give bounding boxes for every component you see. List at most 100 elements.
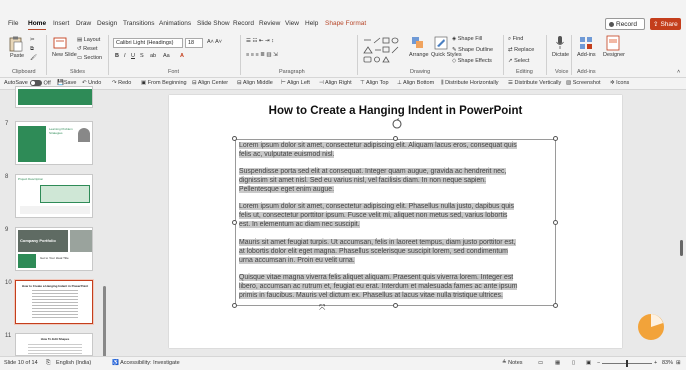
resize-handle[interactable] bbox=[393, 303, 398, 308]
distribute-horizontally-button[interactable]: ⫼ Distribute Horizontally bbox=[441, 80, 499, 87]
from-beginning-button[interactable]: ▣ From Beginning bbox=[141, 80, 187, 86]
align-bottom-button[interactable]: ⊥ Align Bottom bbox=[397, 80, 434, 86]
align-left-button[interactable]: ⊢ Align Left bbox=[281, 80, 310, 86]
resize-handle[interactable] bbox=[232, 220, 237, 225]
arrange-button[interactable]: Arrange bbox=[409, 52, 429, 58]
tab-view[interactable]: View bbox=[285, 20, 299, 27]
format-painter-icon[interactable]: 🖌 bbox=[30, 55, 37, 61]
replace-button[interactable]: ⇄ Replace bbox=[508, 47, 534, 53]
bullets-icon[interactable]: ☰ ☷ ⇤ ⇥ ↕ bbox=[246, 38, 274, 44]
align-icons[interactable]: ≡ ≡ ≡ ≣ ▥ ⇲ bbox=[246, 52, 278, 58]
shape-fill-button[interactable]: ◈ Shape Fill bbox=[452, 36, 482, 42]
paragraph-4[interactable]: Mauris sit amet feugiat turpis. Ut accum… bbox=[239, 238, 554, 265]
resize-handle[interactable] bbox=[393, 136, 398, 141]
resize-handle[interactable] bbox=[232, 303, 237, 308]
font-name-select[interactable]: Calibri Light (Headings) bbox=[113, 38, 183, 48]
align-right-button[interactable]: ⊣ Align Right bbox=[319, 80, 352, 86]
slide-canvas[interactable]: How to Create a Hanging Indent in PowerP… bbox=[169, 95, 622, 348]
new-slide-button[interactable]: New Slide bbox=[52, 52, 77, 58]
zoom-slider-knob[interactable] bbox=[626, 360, 628, 367]
thumbnail-slide-10[interactable]: How to Create a Hanging Indent in PowerP… bbox=[14, 279, 94, 325]
thumbnail-slide-6[interactable] bbox=[15, 86, 93, 108]
thumbnail-slide-7[interactable]: Learning Problem Strategies bbox=[15, 121, 93, 165]
underline-icon[interactable]: U bbox=[131, 53, 135, 59]
paragraph-2[interactable]: Suspendisse porta sed elit at consequat.… bbox=[239, 167, 554, 194]
tab-slide-show[interactable]: Slide Show bbox=[197, 20, 230, 27]
rotate-handle-icon[interactable] bbox=[391, 118, 403, 130]
slide-title[interactable]: How to Create a Hanging Indent in PowerP… bbox=[169, 105, 622, 117]
add-ins-button[interactable]: Add-ins bbox=[577, 52, 596, 58]
thumbnail-slide-9[interactable]: Company Portfolio Get to Your Ideal Titl… bbox=[15, 227, 93, 271]
selected-text-box[interactable]: Lorem ipsum dolor sit amet, consectetur … bbox=[235, 139, 556, 306]
tab-home[interactable]: Home bbox=[28, 20, 47, 30]
cut-icon[interactable]: ✂ bbox=[30, 37, 35, 43]
resize-handle[interactable] bbox=[553, 303, 558, 308]
thumbnail-slide-11[interactable]: How To Edit Shapes bbox=[15, 333, 93, 356]
tab-help[interactable]: Help bbox=[305, 20, 318, 27]
tab-review[interactable]: Review bbox=[259, 20, 280, 27]
grow-font-icon[interactable]: A˄ A˅ bbox=[207, 39, 222, 45]
fit-slide-icon[interactable]: ⊞ bbox=[676, 360, 681, 366]
accessibility-button[interactable]: ♿ Accessibility: Investigate bbox=[112, 360, 180, 366]
copy-icon[interactable]: ⧉ bbox=[30, 46, 34, 53]
bold-icon[interactable]: B bbox=[115, 53, 119, 59]
char-spacing-icon[interactable]: ab bbox=[150, 53, 156, 59]
editor-scroll-thumb[interactable] bbox=[680, 240, 683, 256]
font-size-select[interactable]: 18 bbox=[185, 38, 203, 48]
thumbnail-slide-8[interactable]: Project Description bbox=[15, 174, 93, 218]
tab-draw[interactable]: Draw bbox=[76, 20, 91, 27]
paragraph-3[interactable]: Lorem ipsum dolor sit amet, consectetur … bbox=[239, 202, 554, 229]
record-button[interactable]: Record bbox=[605, 18, 645, 30]
tab-shape-format[interactable]: Shape Format bbox=[325, 20, 366, 27]
distribute-vertically-button[interactable]: ☰ Distribute Vertically bbox=[508, 80, 561, 86]
screenshot-button[interactable]: ▧ Screenshot bbox=[566, 80, 601, 86]
tab-file[interactable]: File bbox=[8, 20, 18, 27]
tab-transitions[interactable]: Transitions bbox=[123, 20, 155, 27]
paste-icon[interactable] bbox=[9, 36, 23, 52]
resize-handle[interactable] bbox=[553, 136, 558, 141]
paragraph-1[interactable]: Lorem ipsum dolor sit amet, consectetur … bbox=[239, 141, 554, 159]
slideshow-view-icon[interactable]: ▣ bbox=[586, 360, 591, 366]
share-button[interactable]: ⇪ Share bbox=[650, 18, 681, 30]
zoom-out-icon[interactable]: − bbox=[597, 360, 600, 366]
slide-sorter-icon[interactable]: ▦ bbox=[555, 360, 560, 366]
font-color-icon[interactable]: A bbox=[180, 53, 184, 59]
layout-button[interactable]: ▤ Layout bbox=[77, 37, 100, 43]
find-button[interactable]: ⌕ Find bbox=[508, 36, 523, 43]
language-label[interactable]: English (India) bbox=[56, 360, 91, 366]
italic-icon[interactable]: I bbox=[124, 53, 126, 59]
resize-handle[interactable] bbox=[553, 220, 558, 225]
reset-button[interactable]: ↺ Reset bbox=[77, 46, 98, 52]
shapes-gallery-icon[interactable] bbox=[362, 37, 404, 65]
notes-button[interactable]: ≜ Notes bbox=[502, 360, 523, 366]
section-button[interactable]: ▭ Section bbox=[77, 55, 102, 61]
tab-record[interactable]: Record bbox=[233, 20, 254, 27]
shape-effects-button[interactable]: ◇ Shape Effects bbox=[452, 58, 492, 64]
align-middle-button[interactable]: ⊟ Align Middle bbox=[237, 80, 273, 86]
spelling-icon[interactable]: ⎘ bbox=[46, 360, 50, 367]
zoom-level[interactable]: 83% bbox=[662, 360, 673, 366]
align-top-button[interactable]: ⊤ Align Top bbox=[360, 80, 389, 86]
change-case-icon[interactable]: Aa bbox=[163, 53, 170, 59]
reading-view-icon[interactable]: ▯ bbox=[572, 360, 575, 366]
normal-view-icon[interactable]: ▭ bbox=[538, 360, 543, 366]
icons-button[interactable]: ✲ Icons bbox=[610, 80, 629, 86]
separator bbox=[357, 35, 358, 75]
designer-button[interactable]: Designer bbox=[603, 52, 625, 58]
tab-design[interactable]: Design bbox=[97, 20, 117, 27]
collapse-ribbon-icon[interactable]: ˄ bbox=[677, 69, 680, 75]
tab-insert[interactable]: Insert bbox=[53, 20, 69, 27]
editor-scrollbar[interactable] bbox=[677, 90, 686, 356]
strikethrough-icon[interactable]: S bbox=[140, 53, 144, 59]
tab-animations[interactable]: Animations bbox=[159, 20, 191, 27]
paragraph-5[interactable]: Quisque vitae magna viverra felis alique… bbox=[239, 273, 554, 300]
new-slide-icon[interactable] bbox=[53, 37, 67, 51]
align-center-button[interactable]: ⊟ Align Center bbox=[192, 80, 228, 86]
redo-button[interactable]: ↷ Redo bbox=[112, 80, 131, 86]
paste-button[interactable]: Paste bbox=[10, 53, 24, 59]
zoom-in-icon[interactable]: + bbox=[654, 360, 657, 366]
shape-outline-button[interactable]: ✎ Shape Outline bbox=[452, 47, 493, 53]
select-button[interactable]: ➚ Select bbox=[508, 58, 529, 64]
dictate-button[interactable]: Dictate bbox=[552, 52, 569, 58]
resize-handle[interactable] bbox=[232, 136, 237, 141]
